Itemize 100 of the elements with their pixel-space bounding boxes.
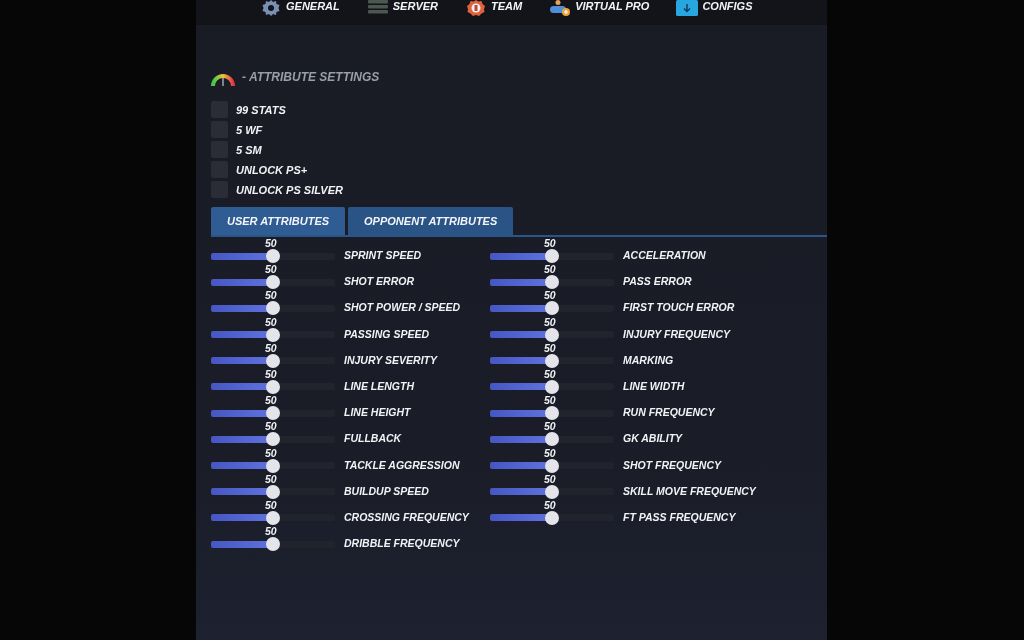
slider-value: 50 [544, 498, 556, 511]
slider-label: SHOT POWER / SPEED [344, 301, 462, 316]
tab[interactable]: OPPONENT ATTRIBUTES [348, 207, 514, 235]
slider-label: CROSSING FREQUENCY [344, 510, 471, 525]
slider-label: INJURY FREQUENCY [623, 327, 732, 342]
slider-value: 50 [544, 367, 556, 380]
slider-track[interactable] [211, 435, 335, 443]
slider-track[interactable] [211, 278, 335, 286]
slider-label: INJURY SEVERITY [344, 353, 439, 368]
slider-thumb[interactable] [266, 353, 280, 368]
slider-track[interactable] [211, 252, 335, 260]
slider-thumb[interactable] [266, 484, 280, 499]
slider-value: 50 [544, 446, 556, 459]
slider-thumb[interactable] [545, 327, 559, 342]
slider-thumb[interactable] [266, 327, 280, 342]
slider-value: 50 [544, 237, 556, 249]
slider-track[interactable] [490, 435, 614, 443]
slider-label: LINE WIDTH [623, 379, 686, 394]
slider-label: GK ABILITY [623, 432, 684, 447]
slider-track[interactable] [211, 488, 335, 496]
slider-track[interactable] [490, 383, 614, 391]
slider-label: PASS ERROR [623, 275, 693, 290]
slider-thumb[interactable] [266, 301, 280, 316]
slider-track[interactable] [490, 252, 614, 260]
person-icon [549, 0, 572, 16]
nav-button[interactable]: VIRTUAL PRO [549, 0, 650, 16]
slider-label: LINE HEIGHT [344, 406, 412, 421]
slider-value: 50 [544, 289, 556, 302]
slider-track[interactable] [490, 357, 614, 365]
slider-value: 50 [265, 420, 277, 433]
slider-thumb[interactable] [545, 484, 559, 499]
slider-thumb[interactable] [545, 510, 559, 525]
checkbox-label: UNLOCK PS SILVER [236, 183, 343, 196]
slider-thumb[interactable] [545, 458, 559, 473]
slider-label: MARKING [623, 353, 675, 368]
slider-value: 50 [544, 472, 556, 485]
slider-thumb[interactable] [266, 432, 280, 447]
slider-track[interactable] [490, 304, 614, 312]
slider-thumb[interactable] [266, 379, 280, 394]
slider-label: TACKLE AGGRESSION [344, 458, 461, 473]
nav-button[interactable]: CONFIGS [676, 0, 753, 16]
slider-label: FIRST TOUCH ERROR [623, 301, 736, 316]
slider-track[interactable] [211, 383, 335, 391]
slider-track[interactable] [211, 514, 335, 522]
slider-label: SPRINT SPEED [344, 249, 423, 263]
badge-icon [465, 0, 488, 16]
slider-thumb[interactable] [266, 458, 280, 473]
slider-thumb[interactable] [266, 249, 280, 263]
slider-thumb[interactable] [545, 275, 559, 290]
slider-value: 50 [265, 498, 277, 511]
section-title: - ATTRIBUTE SETTINGS [242, 70, 380, 84]
slider-value: 50 [544, 394, 556, 407]
slider-track[interactable] [490, 331, 614, 339]
slider-thumb[interactable] [545, 301, 559, 316]
slider-label: PASSING SPEED [344, 327, 430, 342]
slider-thumb[interactable] [266, 510, 280, 525]
slider-label: RUN FREQUENCY [623, 406, 716, 421]
slider-label: DRIBBLE FREQUENCY [344, 537, 461, 552]
slider-track[interactable] [490, 278, 614, 286]
slider-track[interactable] [211, 409, 335, 417]
slider-value: 50 [544, 420, 556, 433]
checkbox-label: 5 SM [236, 143, 262, 156]
nav-button[interactable]: GENERAL [260, 0, 340, 16]
slider-label: SKILL MOVE FREQUENCY [623, 484, 758, 499]
slider-thumb[interactable] [545, 379, 559, 394]
download-icon [676, 0, 699, 16]
slider-thumb[interactable] [545, 249, 559, 263]
slider-track[interactable] [490, 409, 614, 417]
slider-track[interactable] [211, 357, 335, 365]
checkbox-label: UNLOCK PS+ [236, 163, 308, 176]
slider-label: BUILDUP SPEED [344, 484, 430, 499]
tab[interactable]: USER ATTRIBUTES [211, 207, 346, 235]
slider-track[interactable] [211, 331, 335, 339]
slider-thumb[interactable] [266, 537, 280, 552]
slider-track[interactable] [490, 488, 614, 496]
slider-value: 50 [265, 341, 277, 354]
slider-label: SHOT FREQUENCY [623, 458, 723, 473]
nav-button[interactable]: TEAM [465, 0, 523, 16]
slider-value: 50 [265, 263, 277, 276]
slider-value: 50 [265, 446, 277, 459]
slider-thumb[interactable] [545, 432, 559, 447]
slider-thumb[interactable] [266, 406, 280, 421]
slider-value: 50 [265, 289, 277, 302]
slider-value: 50 [544, 341, 556, 354]
slider-track[interactable] [211, 540, 335, 548]
checkbox-label: 5 WF [236, 123, 263, 136]
slider-track[interactable] [211, 304, 335, 312]
slider-value: 50 [544, 315, 556, 328]
slider-value: 50 [265, 367, 277, 380]
slider-thumb[interactable] [266, 275, 280, 290]
slider-value: 50 [265, 525, 277, 538]
slider-track[interactable] [490, 514, 614, 522]
slider-value: 50 [265, 394, 277, 407]
checkbox-label: 99 STATS [236, 103, 286, 116]
nav-button[interactable]: SERVER [366, 0, 439, 14]
slider-label: ACCELERATION [623, 249, 707, 263]
slider-label: FULLBACK [344, 432, 403, 447]
slider-thumb[interactable] [545, 353, 559, 368]
slider-thumb[interactable] [545, 406, 559, 421]
server-icon [366, 0, 389, 14]
